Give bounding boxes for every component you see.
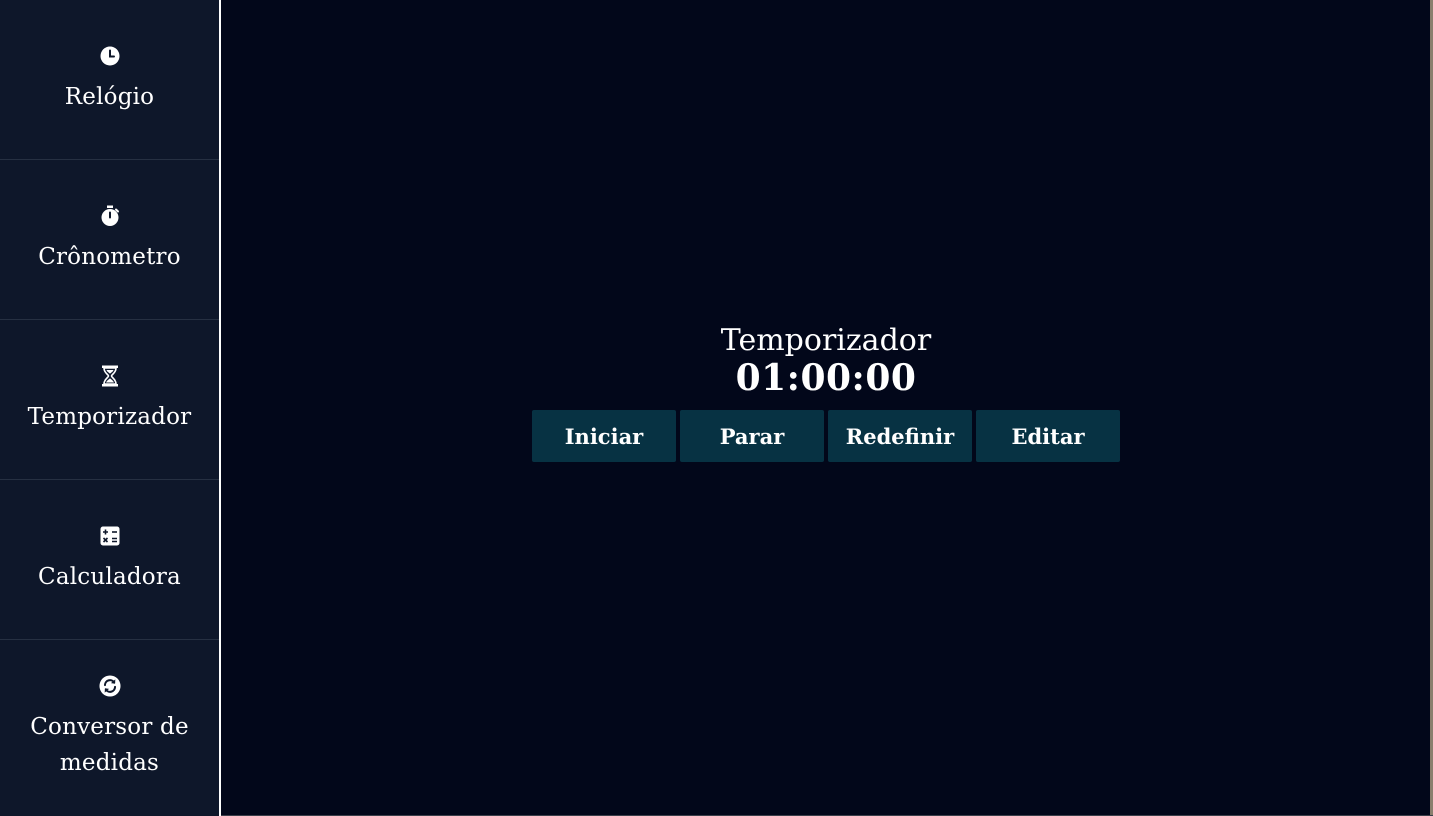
sidebar-item-calculator[interactable]: Calculadora xyxy=(0,480,219,640)
sidebar-item-label: Crônometro xyxy=(38,243,181,270)
sidebar-item-label: Calculadora xyxy=(38,563,181,590)
stopwatch-icon xyxy=(99,205,121,227)
page-title: Temporizador xyxy=(720,323,932,358)
calculator-icon xyxy=(99,525,121,547)
sidebar-item-converter[interactable]: Conversor de medidas xyxy=(0,640,219,816)
timer-display: 01:00:00 xyxy=(735,357,917,399)
main-content: Temporizador 01:00:00 Iniciar Parar Rede… xyxy=(221,0,1433,816)
sidebar-item-label: Conversor de medidas xyxy=(30,714,189,776)
timer-panel: Temporizador 01:00:00 Iniciar Parar Rede… xyxy=(531,322,1121,462)
sidebar-item-clock[interactable]: Relógio xyxy=(0,0,219,160)
sidebar-item-stopwatch[interactable]: Crônometro xyxy=(0,160,219,320)
sidebar-item-label: Relógio xyxy=(64,83,155,110)
edit-button[interactable]: Editar xyxy=(976,410,1120,462)
sidebar-item-label: Temporizador xyxy=(27,403,192,430)
start-button[interactable]: Iniciar xyxy=(532,410,676,462)
reset-button[interactable]: Redefinir xyxy=(828,410,972,462)
timer-controls: Iniciar Parar Redefinir Editar xyxy=(532,410,1120,462)
sidebar-item-timer[interactable]: Temporizador xyxy=(0,320,219,480)
stop-button[interactable]: Parar xyxy=(680,410,824,462)
hourglass-icon xyxy=(99,365,121,387)
convert-icon xyxy=(98,675,121,697)
app-window: Relógio Crônometro Temporizador Calculad… xyxy=(0,0,1433,816)
sidebar: Relógio Crônometro Temporizador Calculad… xyxy=(0,0,221,816)
clock-icon xyxy=(99,45,121,67)
